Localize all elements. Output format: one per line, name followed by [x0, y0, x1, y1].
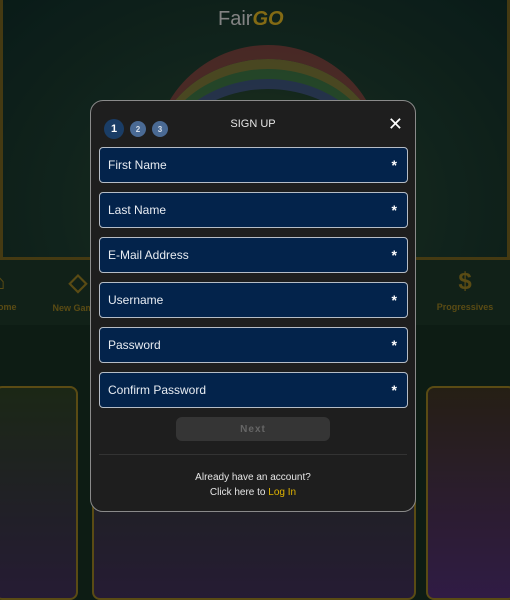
first-name-input[interactable] [108, 158, 368, 172]
password-field[interactable]: * [99, 327, 408, 363]
email-field[interactable]: * [99, 237, 408, 273]
confirm-password-field[interactable]: * [99, 372, 408, 408]
required-icon: * [391, 292, 397, 308]
login-prompt: Already have an account? [195, 472, 311, 483]
login-link[interactable]: Log In [268, 487, 296, 498]
required-icon: * [391, 202, 397, 218]
required-icon: * [391, 382, 397, 398]
confirm-password-input[interactable] [108, 383, 368, 397]
login-line: Click here to Log In [91, 487, 415, 498]
last-name-input[interactable] [108, 203, 368, 217]
required-icon: * [391, 157, 397, 173]
required-icon: * [391, 247, 397, 263]
close-icon[interactable]: ✕ [388, 114, 403, 135]
signup-modal: 1 2 3 SIGN UP ✕ * * * * * * Next Already… [90, 100, 416, 512]
divider [99, 454, 407, 455]
username-input[interactable] [108, 293, 368, 307]
username-field[interactable]: * [99, 282, 408, 318]
modal-title: SIGN UP [230, 118, 276, 130]
login-prefix: Click here to [209, 487, 269, 498]
next-button[interactable]: Next [176, 417, 330, 441]
password-input[interactable] [108, 338, 368, 352]
required-icon: * [391, 337, 397, 353]
email-input[interactable] [108, 248, 368, 262]
last-name-field[interactable]: * [99, 192, 408, 228]
first-name-field[interactable]: * [99, 147, 408, 183]
